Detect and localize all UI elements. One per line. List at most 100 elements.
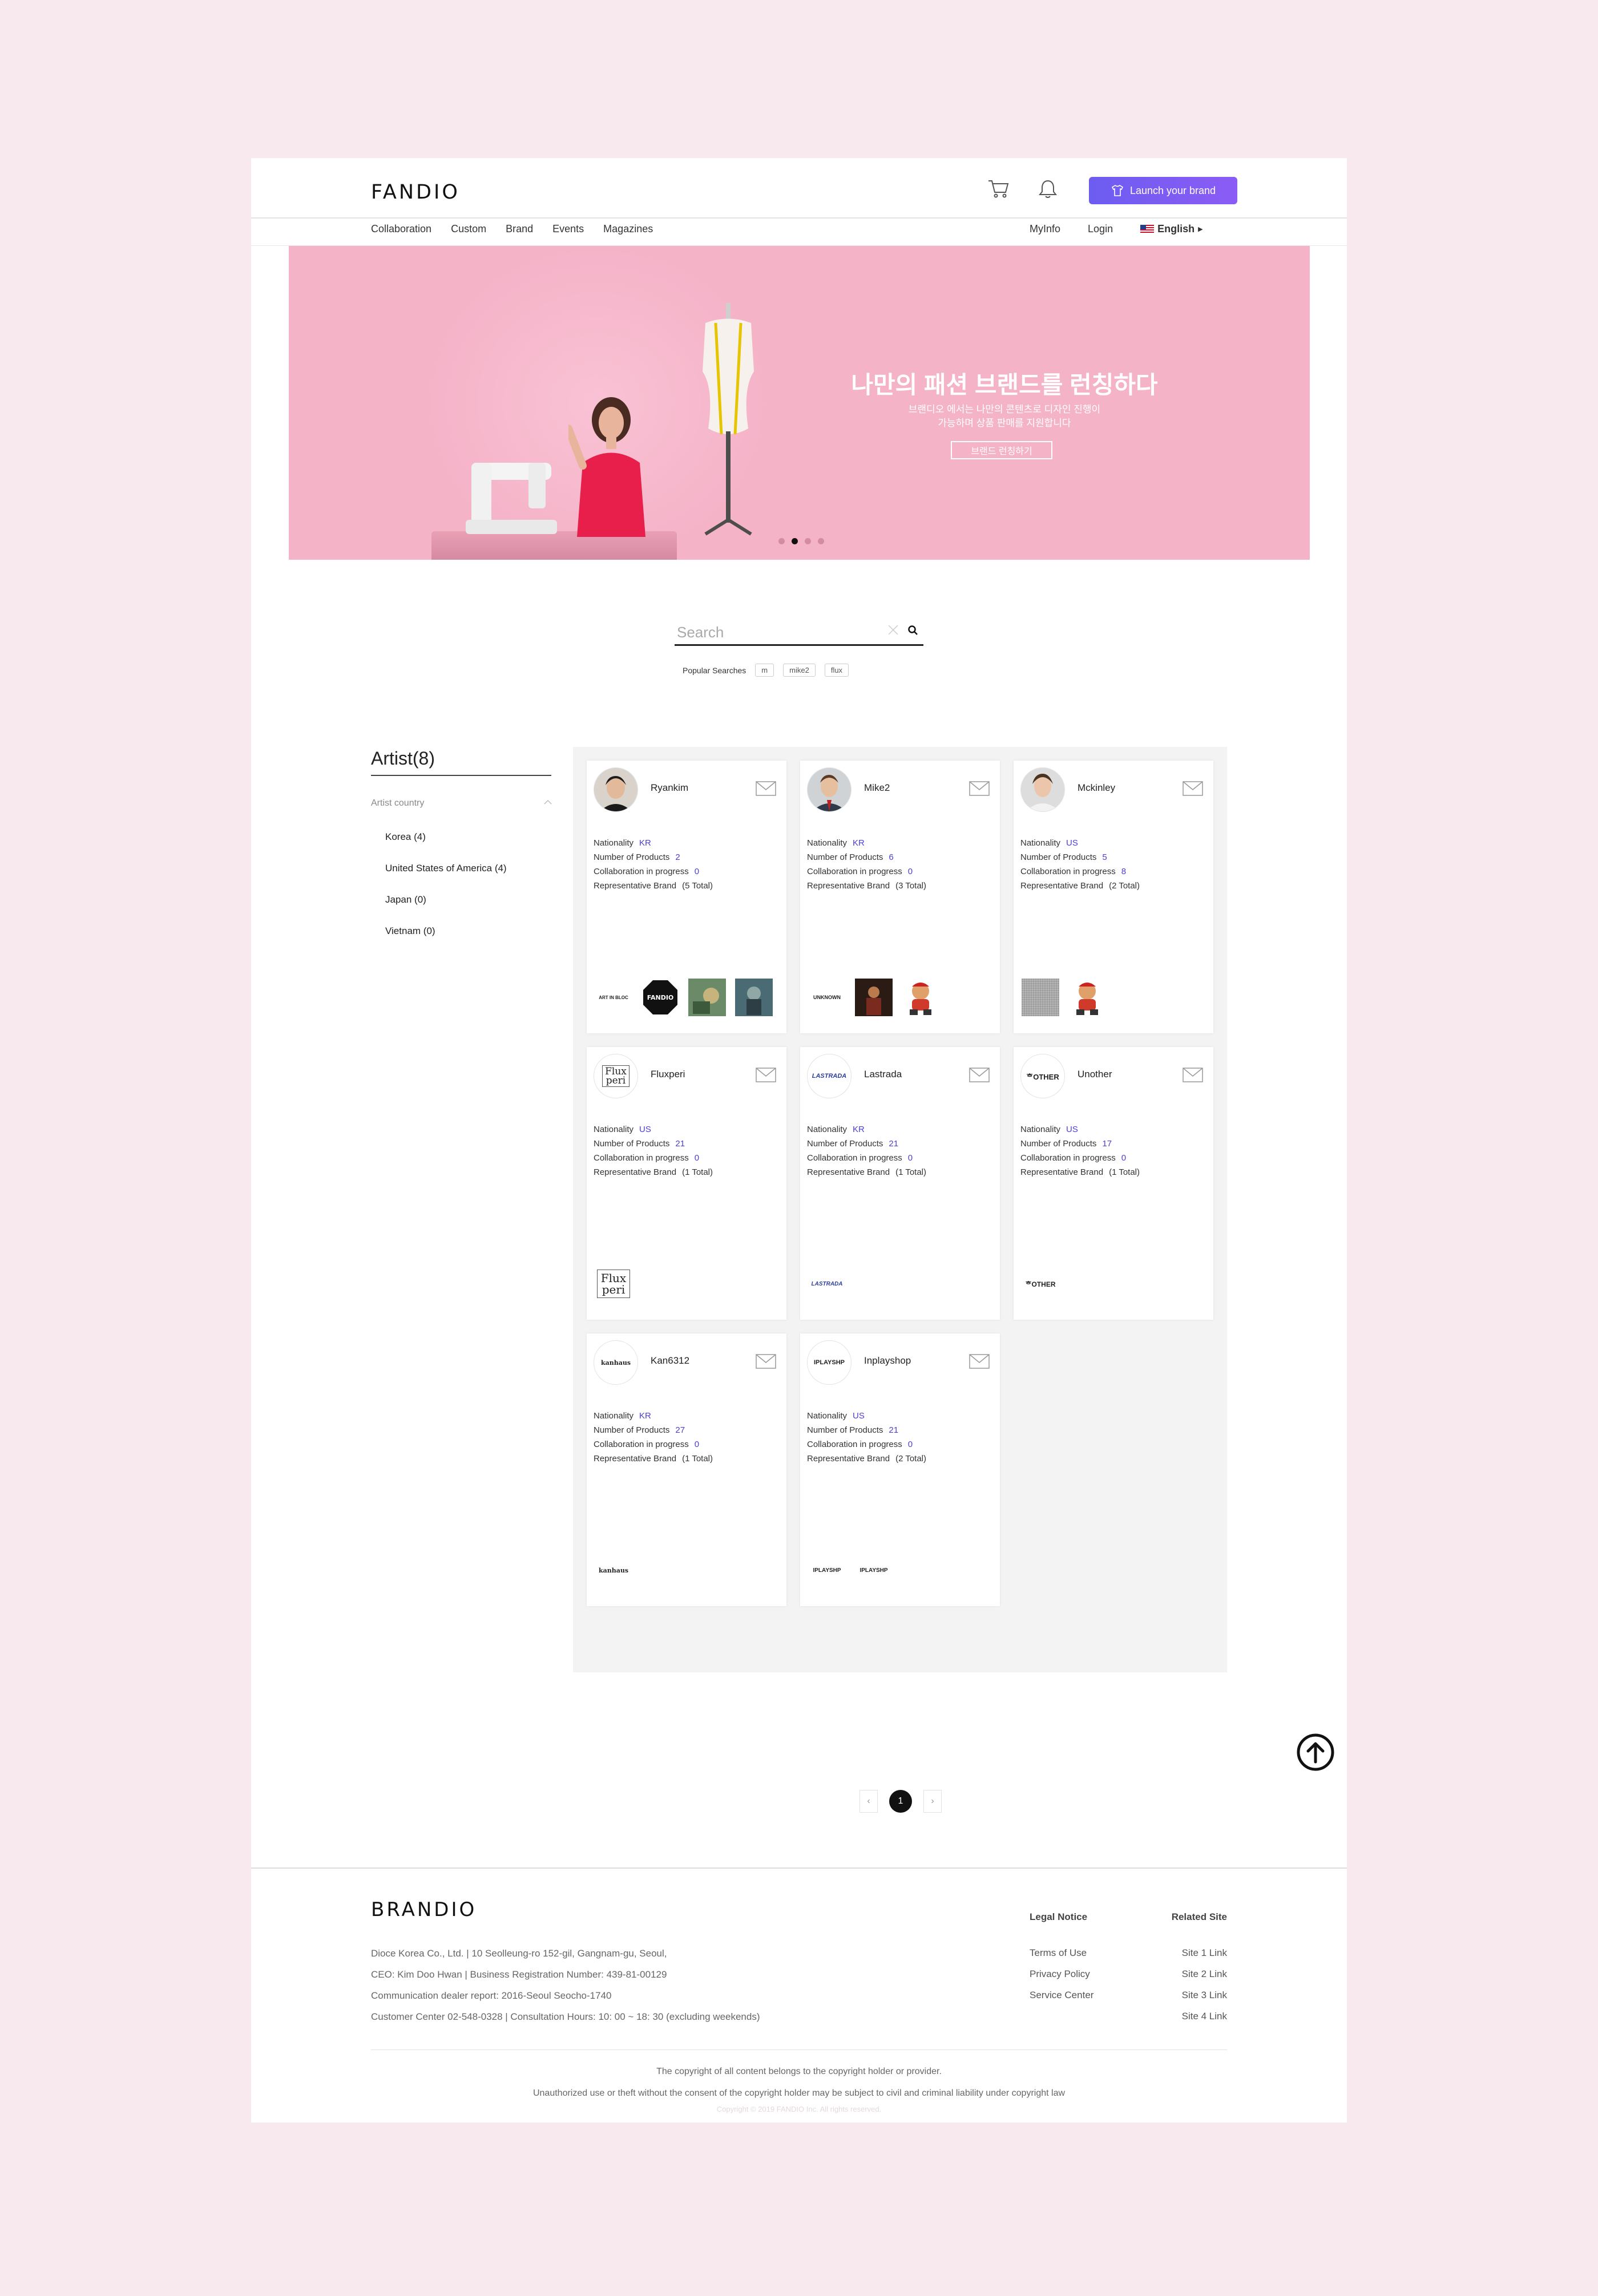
country-usa[interactable]: United States of America (4) [385, 863, 507, 874]
collab-label: Collaboration in progress [807, 1440, 902, 1449]
scroll-top-icon[interactable] [1297, 1733, 1334, 1771]
artist-card[interactable]: Mike2 Nationality KR Number of Products 6 … [800, 761, 1000, 1033]
mail-icon[interactable] [756, 781, 776, 796]
carousel-dot[interactable] [792, 538, 798, 544]
artist-name[interactable]: Unother [1078, 1069, 1112, 1080]
nav-brand[interactable]: Brand [506, 223, 533, 235]
nationality-label: Nationality [594, 838, 634, 848]
login-link[interactable]: Login [1088, 223, 1113, 235]
artist-card[interactable]: ᄒOTHER Unother Nationality US Number of P… [1014, 1047, 1213, 1320]
brand-thumb[interactable] [1067, 977, 1107, 1017]
brand-thumb[interactable]: ART IN BLOC [594, 977, 633, 1017]
artist-card[interactable]: Flux peri Fluxperi Nationality US Number … [587, 1047, 786, 1320]
page-number[interactable]: 1 [889, 1790, 912, 1813]
artist-name[interactable]: Kan6312 [651, 1355, 689, 1367]
artist-card[interactable]: Mckinley Nationality US Number of Product… [1014, 761, 1213, 1033]
mail-icon[interactable] [969, 1068, 990, 1082]
site-link[interactable]: Site 4 Link [1167, 2006, 1227, 2027]
title-underline [371, 775, 551, 776]
country-filter-label[interactable]: Artist country [371, 798, 424, 809]
carousel-dot[interactable] [818, 538, 824, 544]
brand-thumb[interactable] [687, 977, 727, 1017]
mail-icon[interactable] [1183, 781, 1203, 796]
clear-icon[interactable] [887, 624, 899, 636]
launch-brand-button[interactable]: Launch your brand [1089, 177, 1237, 204]
artist-name[interactable]: Ryankim [651, 782, 688, 794]
brand-thumb[interactable]: ᄒOTHER [1020, 1264, 1060, 1304]
search-icon[interactable] [907, 625, 919, 636]
mail-icon[interactable] [1183, 1068, 1203, 1082]
brand-thumb[interactable]: FANDIO [640, 977, 680, 1017]
nav-custom[interactable]: Custom [451, 223, 486, 235]
products-label: Number of Products [807, 1139, 883, 1149]
artist-card[interactable]: LASTRADA Lastrada Nationality KR Number o… [800, 1047, 1000, 1320]
fluxperi-logo: Flux peri [602, 1065, 629, 1087]
privacy-link[interactable]: Privacy Policy [1030, 1963, 1093, 1984]
popular-chip[interactable]: mike2 [783, 664, 816, 677]
cart-icon[interactable] [987, 179, 1010, 199]
products-value: 27 [675, 1425, 685, 1435]
search-input[interactable]: Search [677, 624, 724, 641]
brand-thumb[interactable]: LASTRADA [807, 1264, 847, 1304]
mail-icon[interactable] [969, 1354, 990, 1369]
brand-label: Representative Brand [594, 881, 677, 891]
service-center-link[interactable]: Service Center [1030, 1984, 1093, 2006]
artist-name[interactable]: Inplayshop [864, 1355, 911, 1367]
site-link[interactable]: Site 1 Link [1167, 1942, 1227, 1963]
next-page-button[interactable]: › [923, 1790, 942, 1813]
nationality-label: Nationality [807, 1411, 848, 1421]
artist-info: Nationality KR Number of Products 27 Colla… [594, 1409, 713, 1466]
mail-icon[interactable] [756, 1354, 776, 1369]
hero-banner[interactable]: 나만의 패션 브랜드를 런칭하다 브랜디오 에서는 나만의 콘텐츠로 디자인 진… [289, 246, 1310, 560]
country-japan[interactable]: Japan (0) [385, 894, 507, 906]
country-vietnam[interactable]: Vietnam (0) [385, 925, 507, 937]
popular-chip[interactable]: m [755, 664, 774, 677]
mail-icon[interactable] [756, 1068, 776, 1082]
brand-thumb[interactable] [734, 977, 774, 1017]
brand-thumb[interactable]: IPLAYSHP [854, 1550, 894, 1590]
artist-card[interactable]: kanhaus Kan6312 Nationality KR Number of … [587, 1333, 786, 1606]
prev-page-button[interactable]: ‹ [859, 1790, 878, 1813]
brand-thumb[interactable] [854, 977, 894, 1017]
brand-thumb[interactable] [901, 977, 941, 1017]
avatar: ᄒOTHER [1020, 1054, 1065, 1098]
brand-thumb[interactable]: kanhaus [594, 1550, 633, 1590]
brand-thumb[interactable]: Flux peri [594, 1264, 633, 1304]
mail-icon[interactable] [969, 781, 990, 796]
site-link[interactable]: Site 2 Link [1167, 1963, 1227, 1984]
country-korea[interactable]: Korea (4) [385, 831, 507, 843]
site-logo[interactable]: FANDIO [371, 181, 460, 204]
site-link[interactable]: Site 3 Link [1167, 1984, 1227, 2006]
footer-logo[interactable]: BRANDIO [371, 1898, 477, 1921]
artist-name[interactable]: Mckinley [1078, 782, 1115, 794]
artist-name[interactable]: Mike2 [864, 782, 890, 794]
header-divider [251, 217, 1347, 219]
nationality-value: US [853, 1411, 865, 1421]
artist-name[interactable]: Fluxperi [651, 1069, 685, 1080]
artist-card[interactable]: Ryankim Nationality KR Number of Products… [587, 761, 786, 1033]
chevron-up-icon[interactable] [543, 798, 552, 805]
bell-icon[interactable] [1038, 179, 1058, 199]
brand-thumb[interactable]: UNKNOWN [807, 977, 847, 1017]
brand-thumb[interactable] [1020, 977, 1060, 1017]
nav-collaboration[interactable]: Collaboration [371, 223, 431, 235]
artist-name[interactable]: Lastrada [864, 1069, 902, 1080]
terms-link[interactable]: Terms of Use [1030, 1942, 1093, 1963]
nav-magazines[interactable]: Magazines [603, 223, 653, 235]
woman-image [568, 397, 645, 537]
nationality-label: Nationality [1020, 838, 1061, 848]
artist-info: Nationality US Number of Products 5 Collab… [1020, 836, 1140, 893]
artist-card[interactable]: IPLAYSHP Inplayshop Nationality US Number… [800, 1333, 1000, 1606]
brand-mark: ART IN BLOC [599, 995, 628, 1000]
us-flag-icon [1140, 225, 1155, 233]
language-selector[interactable]: English ▶ [1140, 223, 1203, 235]
carousel-dot[interactable] [805, 538, 811, 544]
search-box[interactable]: Search [675, 619, 923, 646]
collab-label: Collaboration in progress [1020, 867, 1116, 876]
popular-chip[interactable]: flux [824, 664, 849, 677]
carousel-dot[interactable] [778, 538, 785, 544]
brand-thumb[interactable]: IPLAYSHP [807, 1550, 847, 1590]
nav-events[interactable]: Events [552, 223, 584, 235]
hero-launch-button[interactable]: 브랜드 런칭하기 [951, 441, 1052, 459]
myinfo-link[interactable]: MyInfo [1030, 223, 1060, 235]
